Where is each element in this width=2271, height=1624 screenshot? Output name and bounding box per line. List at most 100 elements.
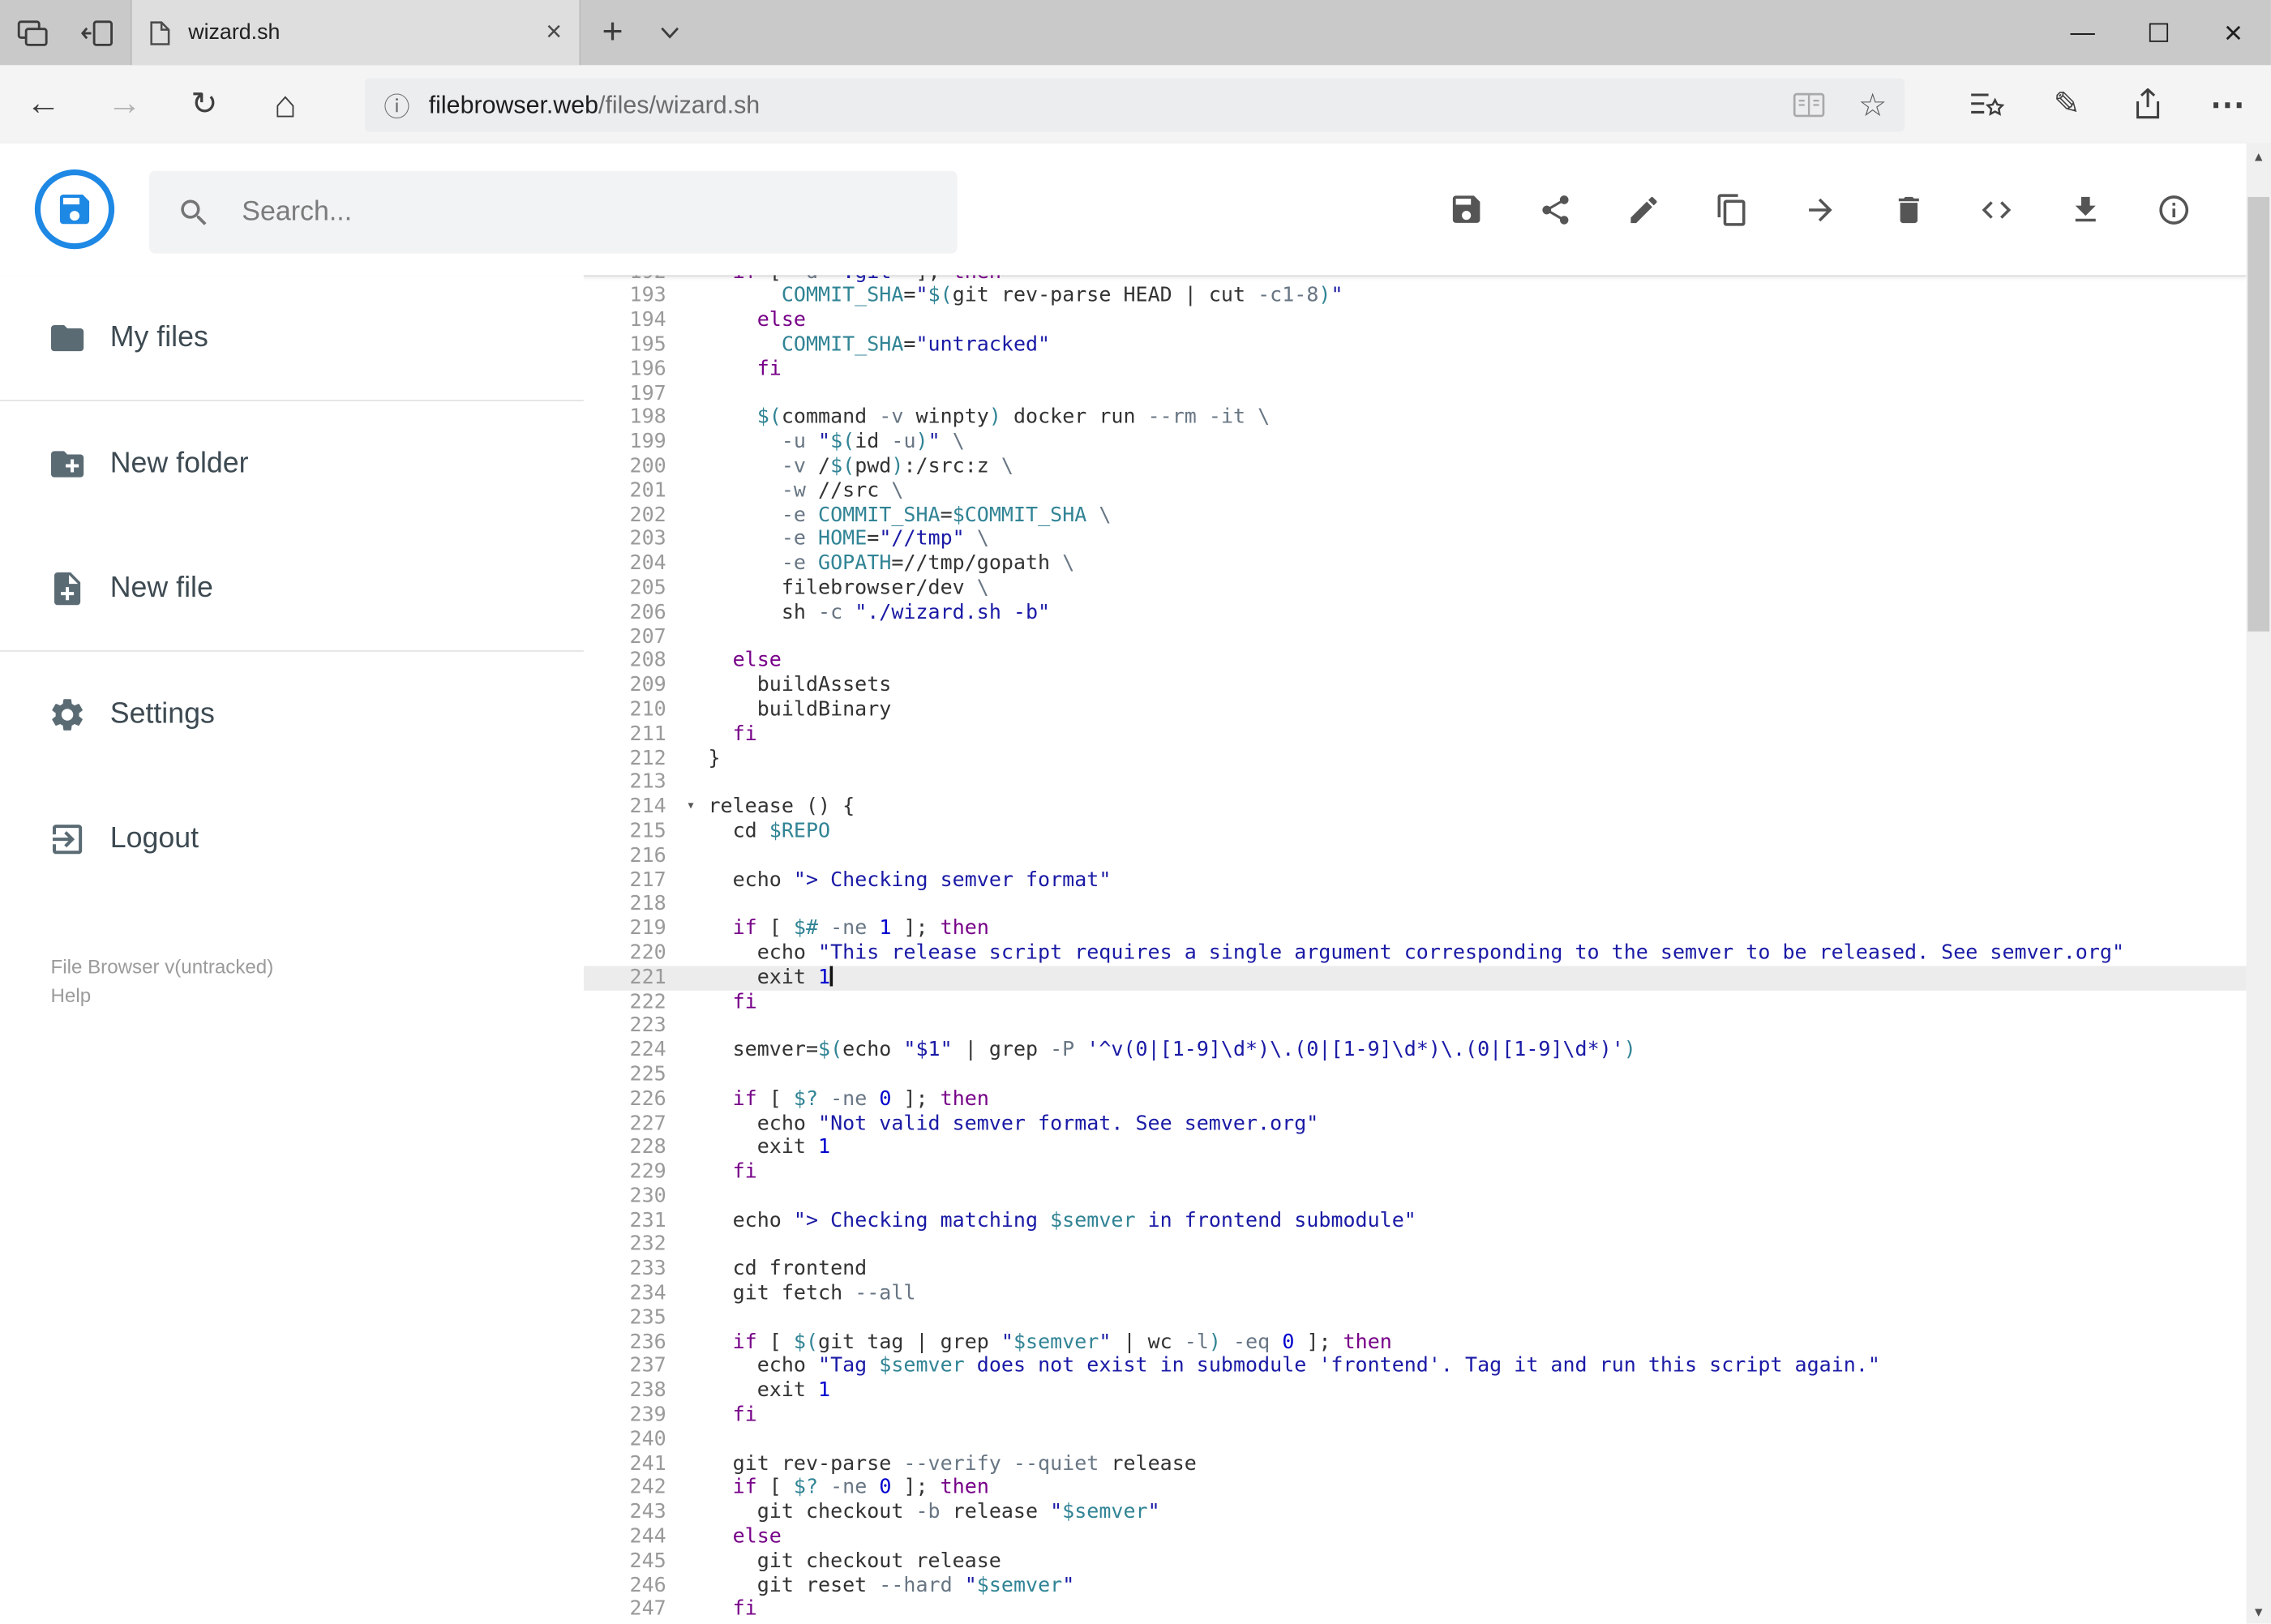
info-icon[interactable]: [2155, 191, 2192, 228]
code-line[interactable]: 220 echo "This release script requires a…: [584, 941, 2247, 966]
code-line[interactable]: 230: [584, 1185, 2247, 1209]
reading-view-icon[interactable]: [1777, 79, 1841, 131]
code-line[interactable]: 202 -e COMMIT_SHA=$COMMIT_SHA \: [584, 503, 2247, 528]
code-line[interactable]: 240: [584, 1428, 2247, 1452]
code-line[interactable]: 216: [584, 844, 2247, 868]
url-text[interactable]: filebrowser.web/files/wizard.sh: [429, 91, 760, 120]
code-line[interactable]: 237 echo "Tag $semver does not exist in …: [584, 1355, 2247, 1379]
tab-close-icon[interactable]: ×: [546, 19, 562, 46]
code-line[interactable]: 215 cd $REPO: [584, 820, 2247, 844]
code-line[interactable]: 211 fi: [584, 722, 2247, 747]
code-line[interactable]: 221 exit 1: [583, 965, 2247, 990]
code-line[interactable]: 223: [584, 1014, 2247, 1039]
raw-view-icon[interactable]: [1978, 191, 2015, 228]
code-editor[interactable]: 192 if [ -d ".git" ]; then193 COMMIT_SHA…: [583, 275, 2247, 1623]
settings-ellipsis-icon[interactable]: ⋯: [2201, 78, 2253, 130]
tab-preview-icon[interactable]: [9, 8, 58, 58]
scroll-up-icon[interactable]: ▲: [2247, 144, 2271, 168]
sidebar-item-new-file[interactable]: New file: [0, 525, 584, 650]
code-line[interactable]: 198 $(command -v winpty) docker run --rm…: [584, 406, 2247, 431]
code-line[interactable]: 196 fi: [584, 358, 2247, 382]
code-line[interactable]: 214 ▾ release () {: [584, 795, 2247, 820]
maximize-button[interactable]: [2120, 0, 2196, 65]
close-button[interactable]: ×: [2196, 0, 2271, 65]
sidebar-item-settings[interactable]: Settings: [0, 652, 584, 777]
sidebar-item-logout[interactable]: Logout: [0, 776, 584, 901]
tab-list-chevron-icon[interactable]: [645, 0, 694, 65]
help-link[interactable]: Help: [51, 982, 584, 1011]
sidebar-item-new-folder[interactable]: New folder: [0, 401, 584, 526]
code-line[interactable]: 238 exit 1: [584, 1379, 2247, 1403]
code-line[interactable]: 246 git reset --hard "$semver": [584, 1574, 2247, 1598]
page-scrollbar[interactable]: ▲ ▼: [2246, 143, 2271, 1624]
set-aside-tabs-icon[interactable]: [72, 8, 122, 58]
delete-icon[interactable]: [1890, 191, 1926, 228]
code-line[interactable]: 228 exit 1: [584, 1136, 2247, 1160]
search-input[interactable]: [238, 195, 882, 230]
code-line[interactable]: 207: [584, 625, 2247, 649]
code-line[interactable]: 219 if [ $# -ne 1 ]; then: [584, 917, 2247, 941]
home-icon[interactable]: ⌂: [259, 78, 311, 130]
code-line[interactable]: 225: [584, 1063, 2247, 1087]
code-line[interactable]: 245 git checkout release: [584, 1549, 2247, 1574]
hub-icon[interactable]: [1961, 78, 2013, 130]
code-line[interactable]: 205 filebrowser/dev \: [584, 576, 2247, 601]
back-icon[interactable]: ←: [17, 78, 69, 130]
refresh-icon[interactable]: ↻: [178, 78, 230, 130]
code-line[interactable]: 208 else: [584, 649, 2247, 674]
code-line[interactable]: 236 if [ $(git tag | grep "$semver" | wc…: [584, 1330, 2247, 1355]
rename-icon[interactable]: [1625, 191, 1661, 228]
code-line[interactable]: 224 semver=$(echo "$1" | grep -P '^v(0|[…: [584, 1039, 2247, 1063]
code-line[interactable]: 231 echo "> Checking matching $semver in…: [584, 1209, 2247, 1233]
code-line[interactable]: 233 cd frontend: [584, 1258, 2247, 1282]
minimize-button[interactable]: —: [2045, 0, 2120, 65]
share-icon[interactable]: [2122, 78, 2174, 130]
copy-icon[interactable]: [1713, 191, 1750, 228]
code-line[interactable]: 213: [584, 771, 2247, 795]
code-line[interactable]: 217 echo "> Checking semver format": [584, 868, 2247, 893]
code-line[interactable]: 243 git checkout -b release "$semver": [584, 1501, 2247, 1525]
scroll-down-icon[interactable]: ▼: [2247, 1599, 2271, 1623]
code-line[interactable]: 200 -v /$(pwd):/src:z \: [584, 455, 2247, 479]
scrollbar-thumb[interactable]: [2247, 196, 2270, 632]
code-line[interactable]: 241 git rev-parse --verify --quiet relea…: [584, 1452, 2247, 1476]
code-line[interactable]: 247 fi: [584, 1598, 2247, 1622]
file-browser-logo[interactable]: [34, 169, 115, 250]
favorite-star-icon[interactable]: ☆: [1840, 79, 1905, 131]
site-info-icon[interactable]: ⓘ: [365, 86, 429, 123]
code-line[interactable]: 229 fi: [584, 1160, 2247, 1185]
code-line[interactable]: 239 fi: [584, 1403, 2247, 1428]
fold-arrow-icon[interactable]: ▾: [687, 795, 696, 820]
code-line[interactable]: 203 -e HOME="//tmp" \: [584, 528, 2247, 552]
code-line[interactable]: 227 echo "Not valid semver format. See s…: [584, 1112, 2247, 1136]
code-line[interactable]: 218: [584, 893, 2247, 917]
code-line[interactable]: 201 -w //src \: [584, 479, 2247, 503]
browser-tab[interactable]: wizard.sh ×: [130, 0, 581, 66]
search-box[interactable]: [148, 170, 958, 254]
code-line[interactable]: 244 else: [584, 1525, 2247, 1549]
code-line[interactable]: 234 git fetch --all: [584, 1282, 2247, 1306]
share-icon[interactable]: [1536, 191, 1573, 228]
code-line[interactable]: 235: [584, 1306, 2247, 1330]
address-bar[interactable]: ⓘ filebrowser.web/files/wizard.sh ☆: [365, 78, 1905, 132]
code-line[interactable]: 193 COMMIT_SHA="$(git rev-parse HEAD | c…: [584, 285, 2247, 309]
code-line[interactable]: 199 -u "$(id -u)" \: [584, 431, 2247, 455]
code-line[interactable]: 210 buildBinary: [584, 698, 2247, 722]
code-line[interactable]: 212}: [584, 747, 2247, 771]
sidebar-item-my-files[interactable]: My files: [0, 275, 584, 400]
move-icon[interactable]: [1802, 191, 1838, 228]
download-icon[interactable]: [2067, 191, 2103, 228]
code-line[interactable]: 222 fi: [584, 990, 2247, 1014]
save-icon[interactable]: [1448, 191, 1485, 228]
code-line[interactable]: 209 buildAssets: [584, 674, 2247, 698]
code-line[interactable]: 242 if [ $? -ne 0 ]; then: [584, 1476, 2247, 1501]
code-line[interactable]: 226 if [ $? -ne 0 ]; then: [584, 1087, 2247, 1112]
code-line[interactable]: 194 else: [584, 309, 2247, 333]
code-line[interactable]: 206 sh -c "./wizard.sh -b": [584, 601, 2247, 625]
code-line[interactable]: 204 -e GOPATH=//tmp/gopath \: [584, 552, 2247, 576]
code-line[interactable]: 232: [584, 1233, 2247, 1258]
code-line[interactable]: 192 if [ -d ".git" ]; then: [584, 275, 2247, 284]
forward-icon[interactable]: →: [98, 78, 150, 130]
annotate-icon[interactable]: ✎: [2041, 78, 2093, 130]
new-tab-button[interactable]: +: [581, 0, 645, 65]
